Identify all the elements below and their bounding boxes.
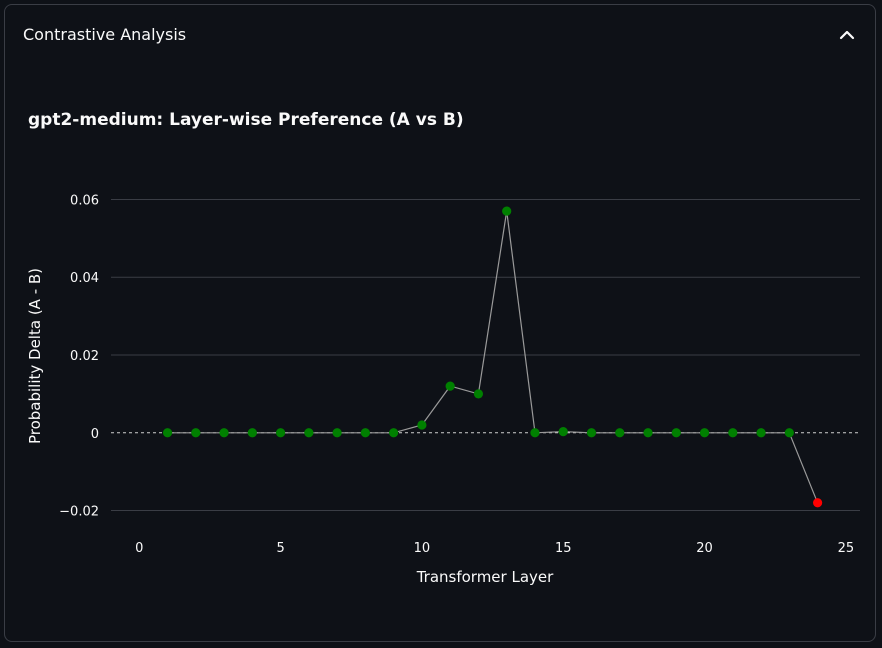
grid-layer (111, 198, 860, 512)
layerwise-preference-chart: gpt2-medium: Layer-wise Preference (A vs… (26, 110, 860, 586)
data-point[interactable] (558, 427, 568, 437)
data-point[interactable] (756, 428, 766, 438)
data-point[interactable] (530, 428, 540, 438)
data-point[interactable] (360, 428, 370, 438)
data-point[interactable] (728, 428, 738, 438)
data-point[interactable] (671, 428, 681, 438)
data-point[interactable] (586, 428, 597, 438)
line-layer (167, 211, 819, 504)
x-axis-label: Transformer Layer (416, 568, 554, 586)
x-tick-label: 10 (414, 541, 431, 556)
x-tick-label: 20 (696, 541, 713, 556)
y-tick-label: −0.02 (59, 505, 99, 520)
y-tick-label: 0.06 (70, 193, 99, 208)
chart-title: gpt2-medium: Layer-wise Preference (A vs… (28, 110, 464, 130)
data-point[interactable] (275, 428, 286, 438)
x-tick-label: 15 (555, 541, 572, 556)
data-point[interactable] (247, 428, 257, 438)
data-point[interactable] (473, 389, 484, 399)
data-point[interactable] (191, 428, 201, 438)
x-tick-label: 0 (135, 541, 143, 556)
data-point[interactable] (389, 428, 399, 438)
data-point[interactable] (784, 428, 794, 438)
series-line (167, 211, 819, 504)
data-point[interactable] (615, 428, 625, 438)
data-point[interactable] (219, 428, 229, 438)
data-point[interactable] (445, 381, 455, 391)
point-layer (162, 206, 823, 508)
y-tick-label: 0 (91, 427, 99, 442)
data-point[interactable] (813, 498, 823, 508)
data-point[interactable] (699, 428, 710, 438)
data-point[interactable] (417, 420, 427, 430)
y-axis-label: Probability Delta (A - B) (26, 268, 44, 444)
data-point[interactable] (502, 206, 512, 216)
y-tick-label: 0.04 (70, 271, 99, 286)
data-point[interactable] (162, 428, 173, 438)
data-point[interactable] (332, 428, 342, 438)
y-tick-label: 0.02 (70, 349, 99, 364)
x-tick-label: 25 (838, 541, 855, 556)
data-point[interactable] (643, 428, 653, 438)
axis-layer: −0.02 0 0.02 0.04 0.06 0 5 10 15 20 25 (59, 193, 854, 556)
data-point[interactable] (304, 428, 314, 438)
x-tick-label: 5 (276, 541, 284, 556)
